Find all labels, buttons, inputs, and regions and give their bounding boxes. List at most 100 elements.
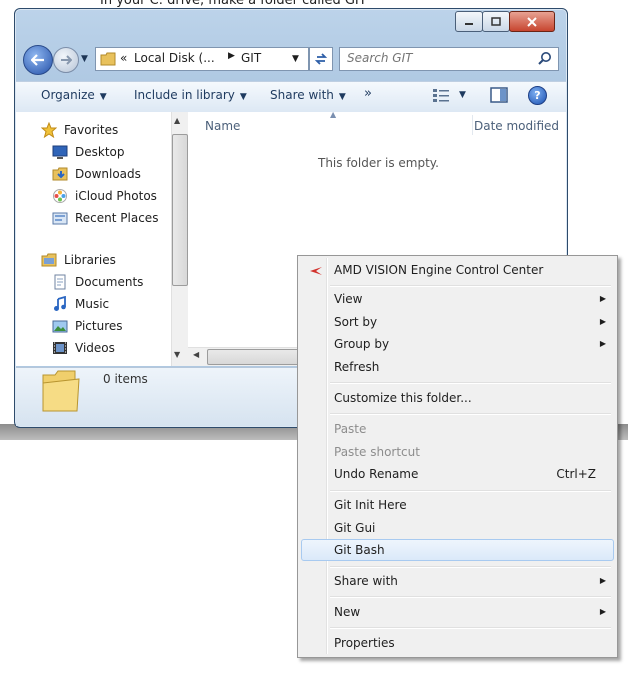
more-commands-button[interactable]: » [364, 86, 372, 101]
organize-menu[interactable]: Organize ▼ [41, 88, 107, 102]
close-icon [527, 16, 537, 27]
refresh-button[interactable] [309, 47, 333, 71]
empty-folder-message: This folder is empty. [318, 156, 439, 170]
minimize-icon [465, 22, 473, 25]
documents-icon [54, 274, 66, 290]
menu-item-properties[interactable]: Properties [301, 632, 614, 654]
menu-item-git-bash[interactable]: Git Bash [301, 539, 614, 561]
chevron-down-icon: ▼ [239, 92, 247, 102]
menu-item-amd-vision[interactable]: AMD VISION Engine Control Center [301, 259, 614, 281]
menu-item-git-init-here[interactable]: Git Init Here [301, 494, 614, 516]
menu-item-share-with[interactable]: Share with ▶ [301, 570, 614, 592]
menu-item-group-by[interactable]: Group by ▶ [301, 333, 614, 355]
scroll-up-icon[interactable]: ▲ [174, 116, 180, 125]
nav-label: Documents [75, 275, 144, 289]
nav-label: Music [75, 297, 110, 311]
menu-separator [330, 596, 611, 598]
maximize-button[interactable] [482, 11, 510, 32]
menu-item-paste[interactable]: Paste [301, 418, 614, 440]
column-header-name[interactable]: Name [205, 119, 240, 133]
menu-item-customize-folder[interactable]: Customize this folder... [301, 387, 614, 409]
minimize-button[interactable] [455, 11, 483, 32]
desktop-icon [52, 145, 68, 159]
menu-item-label: Properties [334, 636, 395, 650]
recent-places-icon [52, 212, 68, 225]
menu-item-paste-shortcut[interactable]: Paste shortcut [301, 441, 614, 463]
nav-label: Videos [75, 341, 115, 355]
scroll-left-icon[interactable]: ◀ [193, 350, 199, 359]
menu-item-label: Undo Rename [334, 467, 419, 481]
menu-item-refresh[interactable]: Refresh [301, 356, 614, 378]
address-separator-arrow[interactable]: ▶ [228, 51, 235, 61]
menu-separator [330, 382, 611, 384]
menu-item-undo-rename[interactable]: Undo Rename Ctrl+Z [301, 463, 614, 485]
scroll-down-icon[interactable]: ▼ [174, 350, 180, 359]
menu-item-sort-by[interactable]: Sort by ▶ [301, 311, 614, 333]
menu-item-label: Group by [334, 337, 390, 351]
refresh-icon [314, 53, 328, 65]
maximize-icon [491, 17, 501, 26]
include-in-library-menu[interactable]: Include in library ▼ [134, 88, 247, 102]
submenu-arrow-icon: ▶ [599, 576, 606, 585]
menu-item-new[interactable]: New ▶ [301, 601, 614, 623]
share-with-menu[interactable]: Share with ▼ [270, 88, 346, 102]
item-count: 0 items [103, 372, 148, 386]
address-dropdown-arrow[interactable]: ▼ [292, 54, 299, 64]
music-icon [54, 296, 66, 311]
nav-label: Desktop [75, 145, 125, 159]
search-icon[interactable] [538, 51, 552, 65]
recent-pages-dropdown[interactable]: ▼ [81, 54, 88, 64]
menu-item-label: Customize this folder... [334, 391, 472, 405]
downloads-icon [52, 167, 68, 181]
sort-ascending-icon: ▲ [330, 110, 337, 119]
libraries-icon [41, 253, 57, 267]
menu-item-label: Git Init Here [334, 498, 407, 512]
search-box[interactable] [339, 47, 559, 71]
preview-pane-icon[interactable] [490, 87, 508, 103]
menu-item-label: Paste [334, 422, 367, 436]
column-header-date-modified[interactable]: Date modified [474, 119, 559, 133]
chevron-down-icon: ▼ [99, 92, 107, 102]
address-segment-git[interactable]: GIT [241, 51, 261, 65]
chevron-down-icon: ▼ [338, 92, 346, 102]
column-divider[interactable] [472, 115, 473, 135]
change-view-icon[interactable] [432, 87, 450, 103]
menu-item-label: New [334, 605, 361, 619]
menu-item-label: AMD VISION Engine Control Center [334, 263, 544, 277]
menu-separator [330, 566, 611, 568]
pictures-icon [52, 320, 68, 333]
search-input[interactable] [340, 48, 533, 68]
address-segment-local-disk[interactable]: Local Disk (... [134, 51, 215, 65]
menu-separator [330, 285, 611, 287]
address-overflow-chevron[interactable]: « [120, 51, 127, 65]
menu-item-view[interactable]: View ▶ [301, 288, 614, 310]
address-bar[interactable]: « Local Disk (... ▶ GIT ▼ [95, 47, 309, 71]
nav-label: Pictures [75, 319, 123, 333]
share-label: Share with [270, 88, 334, 102]
forward-button[interactable] [53, 47, 79, 73]
folder-icon [100, 52, 116, 66]
back-button[interactable] [23, 45, 53, 75]
view-options-dropdown[interactable]: ▼ [459, 90, 466, 100]
help-button[interactable]: ? [528, 86, 547, 105]
nav-pane-scroll-thumb[interactable] [172, 134, 188, 286]
close-button[interactable] [509, 11, 555, 32]
menu-item-label: Share with [334, 574, 398, 588]
arrow-right-icon [61, 55, 72, 65]
command-bar: Organize ▼ Include in library ▼ Share with… [16, 81, 566, 113]
menu-item-label: Paste shortcut [334, 445, 420, 459]
amd-vision-icon [310, 267, 322, 275]
menu-item-label: Git Bash [334, 543, 385, 557]
arrow-left-icon [31, 54, 44, 66]
menu-separator [330, 627, 611, 629]
menu-separator [330, 413, 611, 415]
nav-label: Downloads [75, 167, 141, 181]
menu-item-label: Sort by [334, 315, 378, 329]
menu-item-label: View [334, 292, 363, 306]
nav-label: iCloud Photos [75, 189, 157, 203]
menu-item-git-gui[interactable]: Git Gui [301, 517, 614, 539]
document-caption: In your C: drive, make a folder called G… [100, 0, 367, 8]
menu-separator [330, 490, 611, 492]
icloud-photos-icon [53, 189, 67, 203]
nav-label: Favorites [64, 123, 119, 137]
